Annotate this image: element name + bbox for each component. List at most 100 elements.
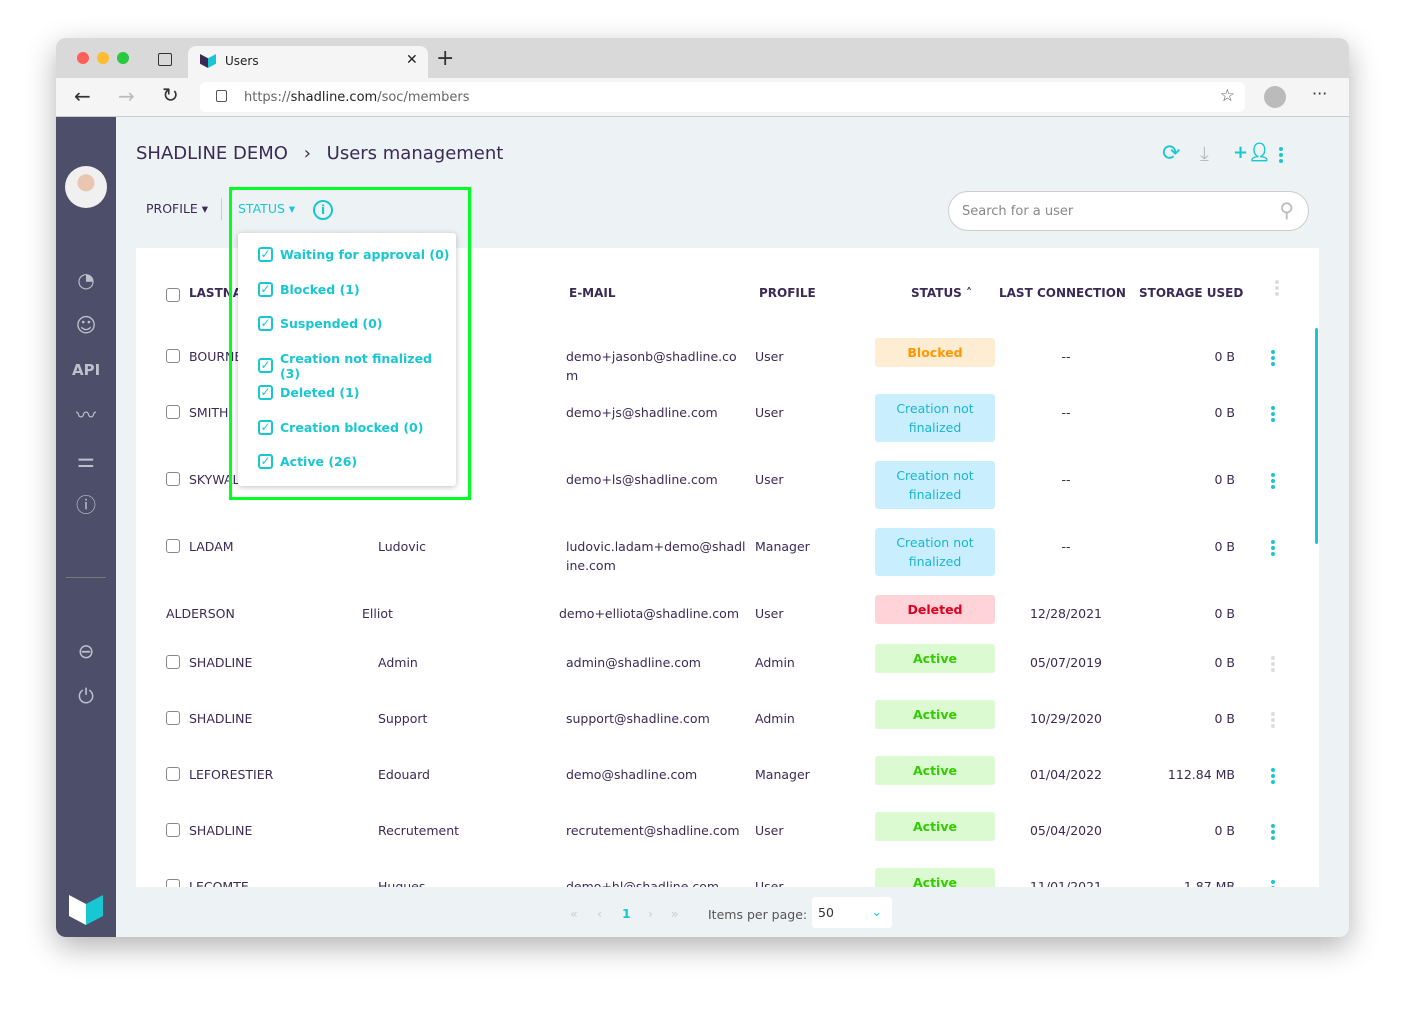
items-per-page-label: Items per page: — [708, 907, 808, 922]
checkbox-checked-icon[interactable]: ✓ — [258, 281, 273, 297]
row-menu-icon[interactable] — [1271, 880, 1275, 887]
url-field[interactable]: https://shadline.com/soc/members ☆ — [200, 82, 1245, 112]
row-menu-icon[interactable] — [1271, 473, 1275, 491]
checkbox-checked-icon[interactable]: ✓ — [258, 358, 273, 373]
cell-storage: 0 B — [1214, 655, 1235, 670]
status-option[interactable]: ✓ Creation not finalized (3) — [258, 351, 456, 381]
page-menu-icon[interactable] — [1279, 147, 1283, 165]
minimize-window-button[interactable] — [97, 52, 109, 64]
new-tab-icon[interactable]: + — [436, 46, 454, 71]
column-profile[interactable]: PROFILE — [759, 286, 816, 300]
cell-lastname: LADAM — [189, 539, 234, 554]
sort-asc-icon: ˄ — [966, 286, 973, 300]
cell-last-connection: -- — [1061, 405, 1071, 420]
next-page-button[interactable]: › — [648, 906, 653, 921]
cell-firstname: Recrutement — [378, 823, 460, 838]
current-page[interactable]: 1 — [622, 906, 631, 921]
row-checkbox[interactable] — [166, 405, 180, 419]
cell-last-connection: 11/01/2021 — [1029, 879, 1103, 887]
status-option[interactable]: ✓ Blocked (1) — [258, 281, 360, 297]
column-email[interactable]: E-MAIL — [569, 286, 616, 300]
cell-lastname: SHADLINE — [189, 823, 253, 838]
status-option[interactable]: ✓ Active (26) — [258, 454, 357, 469]
column-status[interactable]: STATUS ˄ — [911, 286, 972, 300]
row-menu-icon[interactable] — [1271, 406, 1275, 424]
tab-title: Users — [225, 54, 259, 68]
row-menu-icon[interactable] — [1271, 350, 1275, 368]
column-last-connection[interactable]: LAST CONNECTION — [999, 286, 1126, 300]
cell-profile: Admin — [755, 711, 795, 726]
search-icon[interactable]: ⚲ — [1279, 198, 1294, 222]
columns-menu-icon[interactable] — [1275, 280, 1279, 298]
statistics-icon[interactable]: 〰 — [72, 401, 100, 429]
row-checkbox[interactable] — [166, 655, 180, 669]
last-page-button[interactable]: » — [671, 906, 679, 921]
cell-profile: Admin — [755, 655, 795, 670]
cell-firstname: Hugues — [378, 879, 426, 887]
checkbox-checked-icon[interactable]: ✓ — [258, 385, 273, 400]
profile-filter[interactable]: PROFILE ▾ — [146, 201, 208, 216]
row-checkbox[interactable] — [166, 539, 180, 553]
row-checkbox[interactable] — [166, 767, 180, 781]
status-option[interactable]: ✓ Suspended (0) — [258, 316, 383, 331]
back-icon[interactable]: ← — [74, 84, 91, 108]
back-circle-icon[interactable]: ⊖ — [72, 637, 100, 665]
power-icon[interactable]: ⏻ — [72, 682, 100, 710]
select-all-checkbox[interactable] — [166, 288, 180, 302]
maximize-window-button[interactable] — [117, 52, 129, 64]
api-icon[interactable]: API — [72, 356, 100, 384]
checkbox-checked-icon[interactable]: ✓ — [258, 247, 273, 262]
info-icon[interactable]: ⓘ — [72, 491, 100, 519]
reload-icon[interactable]: ↻ — [162, 83, 179, 107]
row-menu-icon[interactable] — [1271, 540, 1275, 558]
status-option[interactable]: ✓ Waiting for approval (0) — [258, 247, 450, 262]
row-checkbox[interactable] — [166, 711, 180, 725]
row-checkbox[interactable] — [166, 349, 180, 363]
status-option[interactable]: ✓ Deleted (1) — [258, 385, 360, 400]
prev-page-button[interactable]: ‹ — [597, 906, 602, 921]
user-avatar[interactable] — [65, 166, 107, 208]
row-menu-icon[interactable] — [1271, 656, 1275, 674]
row-menu-icon[interactable] — [1271, 824, 1275, 842]
status-option[interactable]: ✓ Creation blocked (0) — [258, 419, 424, 435]
cell-last-connection: 12/28/2021 — [1029, 606, 1103, 621]
items-per-page-select[interactable]: 50 ⌄ — [812, 897, 892, 928]
add-user-icon[interactable]: +👤︎ — [1233, 142, 1271, 163]
tab-overview-icon[interactable] — [158, 53, 172, 66]
more-menu-icon[interactable]: ··· — [1312, 84, 1327, 103]
cell-lastname: SMITH — [189, 405, 229, 420]
cell-last-connection: 05/07/2019 — [1029, 655, 1103, 670]
download-icon[interactable]: ⤓ — [1200, 141, 1209, 165]
row-checkbox[interactable] — [166, 472, 180, 486]
breadcrumb-org[interactable]: SHADLINE DEMO — [136, 143, 288, 164]
row-menu-icon[interactable] — [1271, 768, 1275, 786]
cell-email: demo+js@shadline.com — [566, 405, 718, 420]
first-page-button[interactable]: « — [570, 906, 578, 921]
cell-firstname: Elliot — [362, 606, 393, 621]
profile-filter-label: PROFILE — [146, 201, 198, 216]
url-prefix: https:// — [244, 90, 291, 105]
profile-avatar-icon[interactable] — [1264, 86, 1286, 108]
favorite-star-icon[interactable]: ☆ — [1220, 86, 1235, 106]
scrollbar[interactable] — [1315, 328, 1318, 544]
checkbox-checked-icon[interactable]: ✓ — [258, 454, 273, 469]
search-input[interactable]: Search for a user ⚲ — [948, 191, 1309, 231]
row-menu-icon[interactable] — [1271, 712, 1275, 730]
column-storage[interactable]: STORAGE USED — [1139, 286, 1243, 300]
refresh-icon[interactable]: ⟳ — [1162, 141, 1180, 166]
cell-storage: 1.87 MB — [1183, 879, 1235, 887]
row-checkbox[interactable] — [166, 823, 180, 837]
checkbox-checked-icon[interactable]: ✓ — [258, 419, 273, 435]
browser-tab-users[interactable]: Users ✕ — [188, 46, 428, 78]
close-window-button[interactable] — [77, 52, 89, 64]
row-checkbox[interactable] — [166, 879, 180, 887]
close-tab-icon[interactable]: ✕ — [406, 52, 418, 68]
users-icon[interactable]: ☺ — [72, 311, 100, 339]
forward-icon[interactable]: → — [118, 84, 135, 108]
status-option-label: Creation blocked (0) — [280, 419, 424, 435]
status-option-label: Waiting for approval (0) — [280, 247, 450, 262]
items-per-page-value: 50 — [818, 905, 834, 920]
checkbox-checked-icon[interactable]: ✓ — [258, 316, 273, 331]
dashboard-icon[interactable]: ◔ — [72, 266, 100, 294]
settings-sliders-icon[interactable]: ⚌ — [72, 446, 100, 474]
